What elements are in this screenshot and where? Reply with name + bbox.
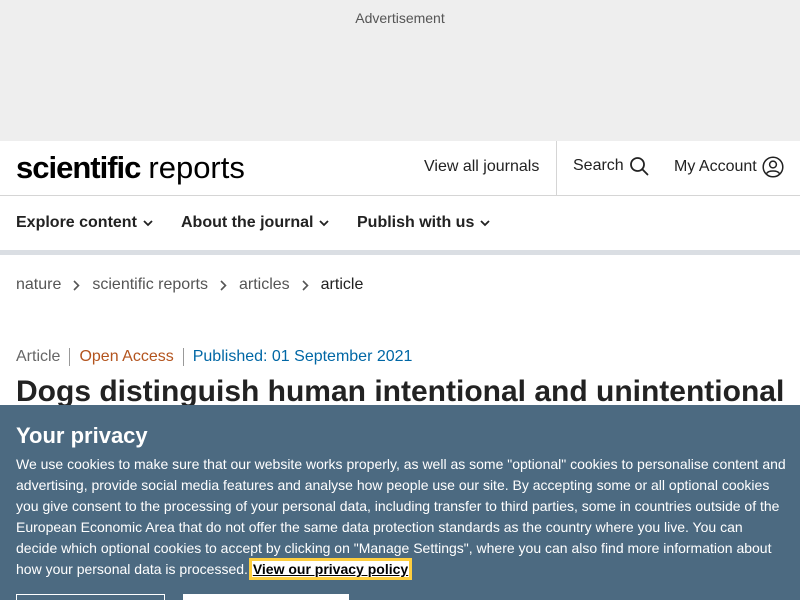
- chevron-right-icon: [73, 279, 81, 291]
- nav-item-label: Explore content: [16, 214, 137, 231]
- chevron-down-icon: [480, 220, 490, 227]
- nav-about-the-journal[interactable]: About the journal: [181, 214, 330, 232]
- chevron-down-icon: [143, 220, 153, 227]
- nav-divider: [0, 250, 800, 255]
- meta-divider: [182, 348, 184, 366]
- scientific-reports-logo[interactable]: scientific reports: [16, 150, 245, 186]
- nav-item-label: About the journal: [181, 214, 314, 231]
- article-meta: Article Open Access Published: 01 Septem…: [16, 348, 412, 366]
- privacy-heading: Your privacy: [16, 423, 148, 448]
- manage-settings-button[interactable]: [16, 594, 165, 616]
- advertisement-label: Advertisement: [355, 10, 445, 26]
- advertisement-banner: Advertisement: [0, 0, 800, 141]
- view-all-journals-link[interactable]: View all journals: [424, 158, 539, 176]
- breadcrumb-articles[interactable]: articles: [239, 276, 290, 294]
- breadcrumb-scientific-reports[interactable]: scientific reports: [92, 276, 208, 294]
- nav-item-label: Publish with us: [357, 214, 475, 231]
- privacy-body: We use cookies to make sure that our web…: [16, 454, 786, 580]
- chevron-right-icon: [302, 279, 309, 291]
- privacy-banner: Your privacy We use cookies to make sure…: [0, 405, 800, 616]
- logo-text-light: reports: [148, 150, 245, 185]
- nav-explore-content[interactable]: Explore content: [16, 214, 153, 232]
- breadcrumb-current: article: [320, 276, 364, 293]
- privacy-policy-link[interactable]: View our privacy policy: [248, 558, 413, 580]
- chevron-down-icon: [319, 220, 330, 227]
- chevron-right-icon: [220, 279, 227, 291]
- search-icon: [629, 157, 649, 176]
- article-type: Article: [16, 348, 61, 365]
- main-navigation: Explore content About the journal Publis…: [0, 196, 800, 250]
- account-label: My Account: [674, 158, 757, 175]
- open-access-badge: Open Access: [79, 348, 174, 365]
- my-account-button[interactable]: My Account: [674, 156, 784, 178]
- user-icon: [762, 156, 784, 178]
- accept-cookies-button[interactable]: [183, 594, 349, 616]
- published-date: Published: 01 September 2021: [192, 348, 413, 365]
- nav-publish-with-us[interactable]: Publish with us: [357, 214, 490, 232]
- search-button[interactable]: Search: [573, 156, 649, 176]
- header-divider: [556, 141, 557, 195]
- search-label: Search: [573, 157, 624, 174]
- site-header: scientific reports View all journals Sea…: [0, 141, 800, 196]
- article-title: Dogs distinguish human intentional and u…: [16, 375, 785, 408]
- breadcrumb-nature[interactable]: nature: [16, 276, 61, 294]
- breadcrumb: nature scientific reports articles artic…: [16, 276, 363, 294]
- meta-divider: [69, 348, 71, 366]
- privacy-text: We use cookies to make sure that our web…: [16, 456, 786, 577]
- logo-text-bold: scientific: [16, 150, 141, 185]
